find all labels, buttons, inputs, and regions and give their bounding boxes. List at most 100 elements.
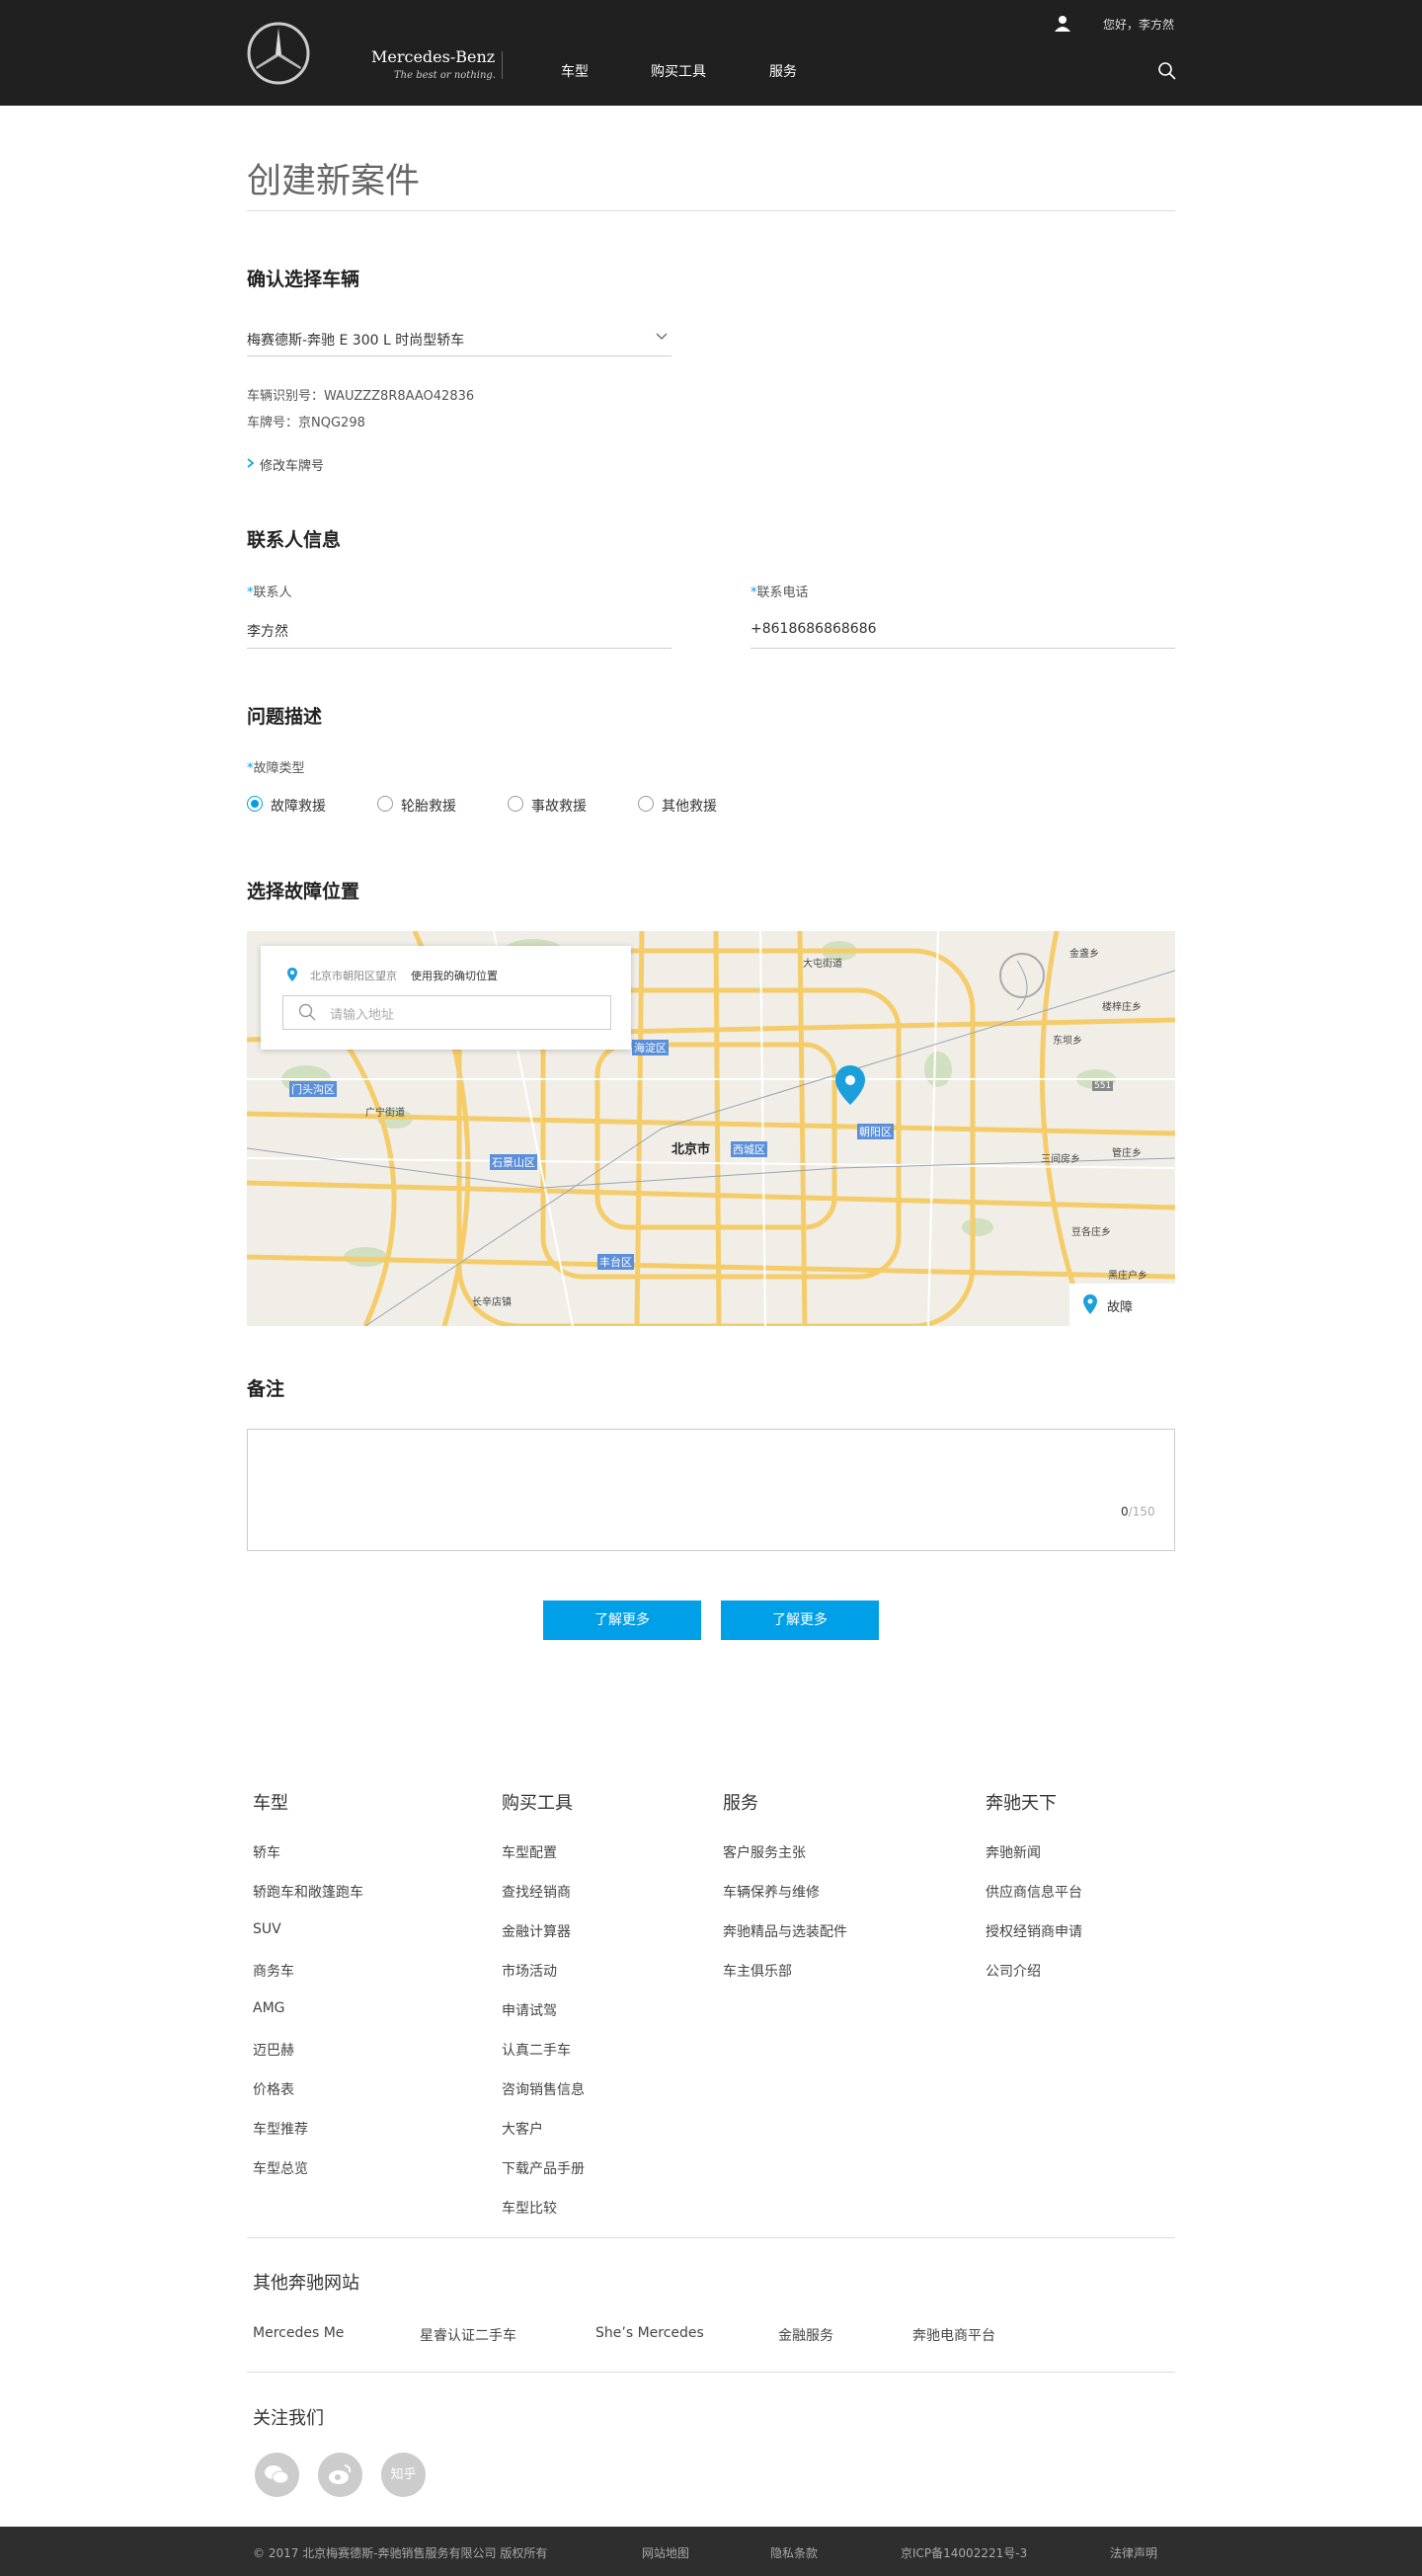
nav-purchase-tools[interactable]: 购买工具 xyxy=(651,61,706,81)
footer-link[interactable]: 供应商信息平台 xyxy=(986,1882,1082,1902)
map-label-louzizhuang: 楼梓庄乡 xyxy=(1102,1002,1142,1013)
plate-label: 车牌号： xyxy=(247,416,299,430)
map-pin-icon[interactable] xyxy=(833,1063,867,1107)
footer-link[interactable]: 轿跑车和敞篷跑车 xyxy=(253,1882,363,1902)
nav-service[interactable]: 服务 xyxy=(769,61,797,81)
learn-more-button-2[interactable]: 了解更多 xyxy=(721,1600,879,1640)
other-site-mercedes-me[interactable]: Mercedes Me xyxy=(253,2325,344,2341)
map-label-heizhuanghu: 黑庄户乡 xyxy=(1108,1271,1147,1282)
footer-link[interactable]: 咨询销售信息 xyxy=(502,2079,585,2099)
contact-phone-field[interactable]: +8618686868686 xyxy=(750,621,877,637)
title-divider xyxy=(247,210,1175,211)
footer-link[interactable]: 授权经销商申请 xyxy=(986,1921,1082,1941)
map-label-guanzhuang: 管庄乡 xyxy=(1112,1148,1142,1159)
current-address: 北京市朝阳区望京 xyxy=(310,970,397,982)
contact-name-label: 联系人 xyxy=(253,585,292,600)
brand-name: Mercedes-Benz xyxy=(371,47,496,66)
footer-link-legal[interactable]: 法律声明 xyxy=(1110,2544,1157,2561)
map-label-city: 北京市 xyxy=(672,1142,711,1157)
contact-section-title: 联系人信息 xyxy=(247,529,342,551)
footer-link[interactable]: 查找经销商 xyxy=(502,1882,571,1902)
footer-link[interactable]: 车型总览 xyxy=(253,2158,308,2178)
weibo-icon[interactable] xyxy=(318,2453,362,2497)
footer-link[interactable]: 车型比较 xyxy=(502,2198,557,2218)
radio-other[interactable] xyxy=(638,796,654,812)
zhihu-icon[interactable]: 知乎 xyxy=(381,2453,426,2497)
contact-name-field[interactable]: 李方然 xyxy=(247,621,288,641)
map-label-shijingshan: 石景山区 xyxy=(490,1154,537,1170)
vehicle-select[interactable]: 梅赛德斯-奔驰 E 300 L 时尚型轿车 xyxy=(247,330,464,350)
header-divider xyxy=(502,51,503,79)
footer-link[interactable]: 奔驰新闻 xyxy=(986,1842,1041,1862)
search-icon xyxy=(298,1003,316,1021)
site-header: Mercedes-Benz The best or nothing. 车型 购买… xyxy=(0,0,1422,106)
search-icon[interactable] xyxy=(1157,61,1177,81)
footer-link[interactable]: 市场活动 xyxy=(502,1961,557,1981)
page-title: 创建新案件 xyxy=(247,162,421,201)
footer-link[interactable]: 车主俱乐部 xyxy=(723,1961,792,1981)
brand-slogan: The best or nothing. xyxy=(394,70,496,81)
vehicle-select-underline xyxy=(247,355,672,356)
footer-link[interactable]: 认真二手车 xyxy=(502,2040,571,2060)
other-site-used-cars[interactable]: 星睿认证二手车 xyxy=(420,2325,516,2345)
other-site-shes-mercedes[interactable]: She’s Mercedes xyxy=(595,2325,704,2341)
map-legend-label: 故障 xyxy=(1107,1300,1134,1315)
vehicle-section-title: 确认选择车辆 xyxy=(247,269,360,290)
footer-link[interactable]: 金融计算器 xyxy=(502,1921,571,1941)
footer-link[interactable]: 车型配置 xyxy=(502,1842,557,1862)
footer-bar xyxy=(0,2527,1422,2576)
map-label-doudian: 豆各庄乡 xyxy=(1071,1227,1111,1238)
radio-accident[interactable] xyxy=(508,796,523,812)
radio-breakdown[interactable] xyxy=(247,796,263,812)
map-label-mentougou: 门头沟区 xyxy=(289,1081,337,1097)
chevron-down-icon[interactable] xyxy=(656,333,668,341)
location-section-title: 选择故障位置 xyxy=(247,881,360,902)
footer-link[interactable]: 奔驰精品与选装配件 xyxy=(723,1921,847,1941)
radio-accident-label[interactable]: 事故救援 xyxy=(531,796,587,816)
footer-link[interactable]: 迈巴赫 xyxy=(253,2040,294,2060)
contact-name-underline xyxy=(247,648,672,649)
footer-link[interactable]: 公司介绍 xyxy=(986,1961,1041,1981)
footer-link[interactable]: 价格表 xyxy=(253,2079,294,2099)
footer-link[interactable]: 大客户 xyxy=(502,2119,543,2139)
nav-models[interactable]: 车型 xyxy=(561,61,589,81)
map-label-sanjianfang: 三间房乡 xyxy=(1041,1154,1080,1165)
footer-divider-1 xyxy=(247,2237,1175,2238)
radio-other-label[interactable]: 其他救援 xyxy=(662,796,717,816)
wechat-icon[interactable] xyxy=(255,2453,299,2497)
footer-link[interactable]: SUV xyxy=(253,1921,281,1937)
mercedes-star-logo[interactable] xyxy=(247,22,310,85)
other-site-ecommerce[interactable]: 奔驰电商平台 xyxy=(912,2325,995,2345)
map-label-guangning: 广宁街道 xyxy=(365,1108,405,1119)
radio-tire[interactable] xyxy=(377,796,393,812)
use-location-link[interactable]: 使用我的确切位置 xyxy=(411,968,498,983)
footer-link[interactable]: AMG xyxy=(253,2000,285,2016)
learn-more-button-1[interactable]: 了解更多 xyxy=(543,1600,701,1640)
contact-phone-label: 联系电话 xyxy=(756,585,809,600)
footer-link[interactable]: 轿车 xyxy=(253,1842,280,1862)
map-label-chaoyang: 朝阳区 xyxy=(857,1124,894,1139)
user-greeting[interactable]: 您好，李方然 xyxy=(1103,16,1174,33)
footer-column-title: 购买工具 xyxy=(502,1793,573,1814)
footer-link[interactable]: 车辆保养与维修 xyxy=(723,1882,820,1902)
footer-link[interactable]: 商务车 xyxy=(253,1961,294,1981)
radio-breakdown-label[interactable]: 故障救援 xyxy=(271,796,326,816)
contact-phone-underline xyxy=(750,648,1175,649)
edit-plate-link[interactable]: 修改车牌号 xyxy=(260,455,324,474)
user-icon[interactable] xyxy=(1053,14,1072,34)
map-label-haidian: 海淀区 xyxy=(632,1040,669,1055)
footer-link-sitemap[interactable]: 网站地图 xyxy=(642,2544,689,2561)
map-label-road-551: 551 xyxy=(1092,1081,1114,1091)
footer-link[interactable]: 申请试驾 xyxy=(502,2000,557,2020)
map-label-datun: 大屯街道 xyxy=(803,959,842,970)
footer-link[interactable]: 车型推荐 xyxy=(253,2119,308,2139)
address-search-placeholder: 请输入地址 xyxy=(330,1008,395,1023)
footer-link-privacy[interactable]: 隐私条款 xyxy=(770,2544,818,2561)
notes-textarea[interactable] xyxy=(247,1429,1175,1551)
footer-link-icp[interactable]: 京ICP备14002221号-3 xyxy=(901,2544,1027,2561)
footer-column-title: 奔驰天下 xyxy=(986,1793,1057,1814)
footer-link[interactable]: 客户服务主张 xyxy=(723,1842,806,1862)
footer-link[interactable]: 下载产品手册 xyxy=(502,2158,585,2178)
other-site-finance[interactable]: 金融服务 xyxy=(778,2325,833,2345)
radio-tire-label[interactable]: 轮胎救援 xyxy=(401,796,456,816)
